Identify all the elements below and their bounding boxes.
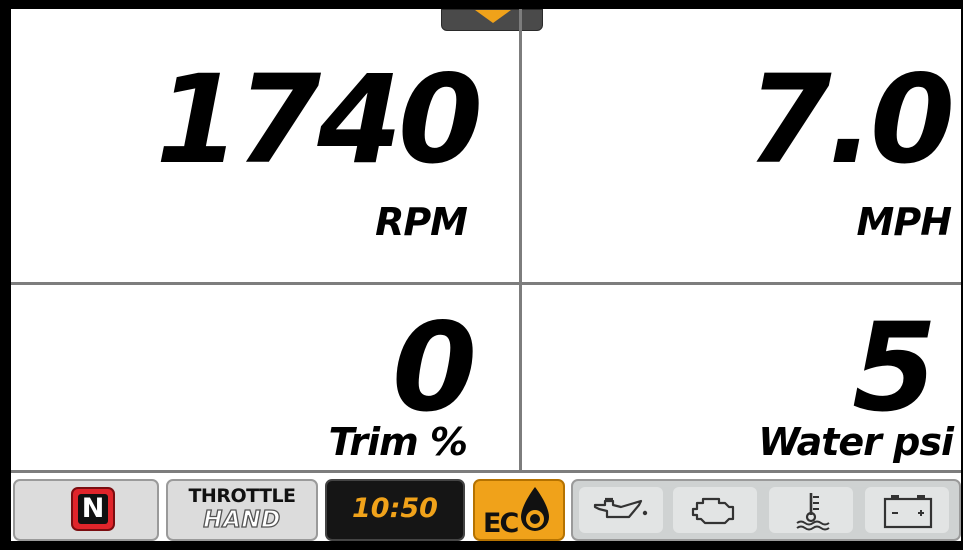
clock-display[interactable]: 10:50: [325, 479, 465, 541]
battery-indicator: [865, 487, 949, 533]
water-temperature-indicator: [769, 487, 853, 533]
gear-letter: N: [78, 494, 108, 524]
trim-unit: Trim %: [328, 420, 468, 464]
throttle-mode: HAND: [203, 506, 281, 533]
clock-time: 10:50: [352, 493, 438, 524]
speed-gauge[interactable]: 7.0 MPH: [522, 9, 961, 282]
throttle-label: THROTTLE: [188, 485, 296, 507]
water-pressure-value: 5: [852, 297, 937, 439]
water-pressure-gauge[interactable]: 5 Water psi: [522, 285, 961, 470]
rpm-gauge[interactable]: 1740 RPM: [11, 9, 519, 282]
oil-pressure-indicator: [579, 487, 663, 533]
status-bar: N THROTTLE HAND 10:50 EC: [11, 473, 961, 541]
speed-unit: MPH: [856, 200, 952, 244]
oil-pressure-icon: [593, 497, 648, 519]
svg-text:EC: EC: [483, 508, 518, 539]
eco-icon: EC: [483, 487, 549, 539]
throttle-mode-button[interactable]: THROTTLE HAND: [166, 479, 318, 541]
warning-indicators: [571, 479, 961, 541]
rpm-value: 1740: [155, 49, 483, 191]
battery-icon: [883, 495, 933, 529]
speed-value: 7.0: [746, 49, 955, 191]
trim-gauge[interactable]: 0 Trim %: [11, 285, 519, 470]
trim-value: 0: [392, 297, 477, 439]
check-engine-indicator: [673, 487, 757, 533]
check-engine-icon: [691, 497, 735, 525]
gear-badge: N: [71, 487, 115, 531]
water-temperature-icon: [796, 493, 830, 531]
eco-mode-button[interactable]: EC: [473, 479, 565, 541]
rpm-unit: RPM: [375, 200, 468, 244]
water-pressure-unit: Water psi: [758, 420, 954, 464]
dashboard-screen: 1740 RPM 7.0 MPH 0 Trim % 5 Water psi N …: [11, 9, 961, 541]
gear-indicator[interactable]: N: [13, 479, 159, 541]
